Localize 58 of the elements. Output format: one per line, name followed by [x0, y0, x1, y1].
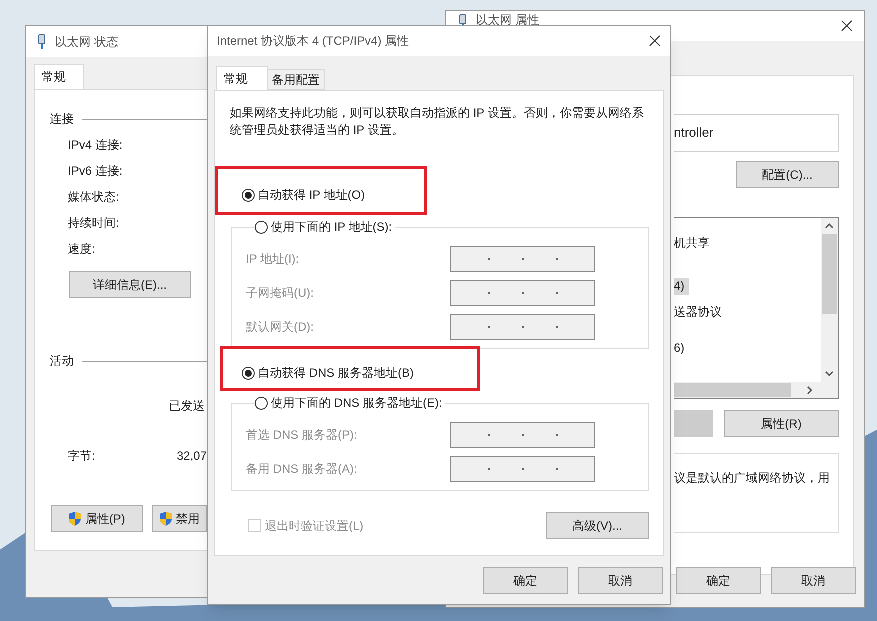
radio-label[interactable]: 使用下面的 IP 地址(S):: [271, 218, 392, 236]
radio-button[interactable]: [255, 396, 268, 410]
cancel-button[interactable]: 取消: [771, 567, 856, 594]
adapter-name-field: ntroller: [674, 114, 839, 152]
shield-button[interactable]: 禁用: [152, 505, 207, 532]
window-title: 以太网 状态: [55, 34, 118, 50]
field-label: 首选 DNS 服务器(P):: [246, 427, 358, 444]
shield-icon: [158, 510, 173, 526]
cancel-button[interactable]: 取消: [578, 567, 663, 594]
tab[interactable]: 常规: [216, 66, 268, 90]
ip-address-field[interactable]: [450, 422, 595, 448]
ip-address-field[interactable]: [450, 456, 595, 482]
radio-button[interactable]: [242, 366, 255, 380]
field-label: 持续时间:: [68, 215, 120, 232]
tab[interactable]: 备用配置: [268, 69, 325, 90]
field-label: IPv4 连接:: [68, 137, 124, 154]
window-title: Internet 协议版本 4 (TCP/IPv4) 属性: [217, 33, 410, 50]
close-icon[interactable]: [649, 35, 661, 47]
ip-address-field[interactable]: [450, 314, 595, 340]
advanced-button[interactable]: 高级(V)...: [546, 512, 649, 539]
field-label: 字节:: [68, 448, 96, 465]
description-box: 议是默认的广域网络协议，用: [674, 453, 839, 533]
close-icon[interactable]: [841, 20, 853, 32]
chevron-up-icon[interactable]: [825, 223, 834, 229]
horizontal-scrollbar[interactable]: [674, 382, 838, 398]
shield-button[interactable]: 属性(P): [51, 505, 143, 532]
radio-button[interactable]: [242, 188, 255, 202]
radio-label[interactable]: 使用下面的 DNS 服务器地址(E):: [271, 394, 442, 412]
field-label: 速度:: [68, 241, 96, 258]
description-text: 如果网络支持此功能，则可以获取自动指派的 IP 设置。否则，你需要从网络系统管理员处获得适当的 IP 设置。: [229, 105, 645, 139]
ok-button[interactable]: 确定: [483, 567, 568, 594]
list-item[interactable]: 4): [674, 278, 689, 295]
field-label: 子网掩码(U):: [246, 285, 315, 302]
chevron-down-icon[interactable]: [825, 371, 834, 377]
field-label: 媒体状态:: [68, 189, 120, 206]
ok-button[interactable]: 确定: [676, 567, 761, 594]
column-label: 已发送: [169, 398, 206, 415]
ip-address-field[interactable]: [450, 280, 595, 306]
details-button[interactable]: 详细信息(E)...: [69, 271, 191, 298]
field-label: 备用 DNS 服务器(A):: [246, 461, 358, 478]
configure-button[interactable]: 配置(C)...: [736, 161, 839, 188]
radio-label[interactable]: 自动获得 DNS 服务器地址(B): [258, 364, 414, 382]
field-label: IPv6 连接:: [68, 163, 124, 180]
section-heading: 活动: [50, 353, 74, 370]
window-title: 以太网 属性: [476, 14, 540, 26]
tab[interactable]: 常规: [34, 64, 84, 89]
section-heading: 连接: [50, 111, 74, 128]
radio-button[interactable]: [255, 220, 268, 234]
shield-icon: [68, 510, 82, 526]
field-value: 32,07: [176, 448, 207, 465]
vertical-scrollbar[interactable]: [821, 218, 838, 382]
ip-address-field[interactable]: [450, 246, 595, 272]
field-label: 默认网关(D):: [246, 319, 315, 336]
properties-button[interactable]: 属性(R): [724, 410, 839, 437]
chevron-right-icon[interactable]: [807, 386, 813, 394]
network-plug-icon: [37, 34, 47, 50]
radio-label[interactable]: 自动获得 IP 地址(O): [258, 186, 366, 204]
field-label: IP 地址(I):: [246, 251, 300, 268]
